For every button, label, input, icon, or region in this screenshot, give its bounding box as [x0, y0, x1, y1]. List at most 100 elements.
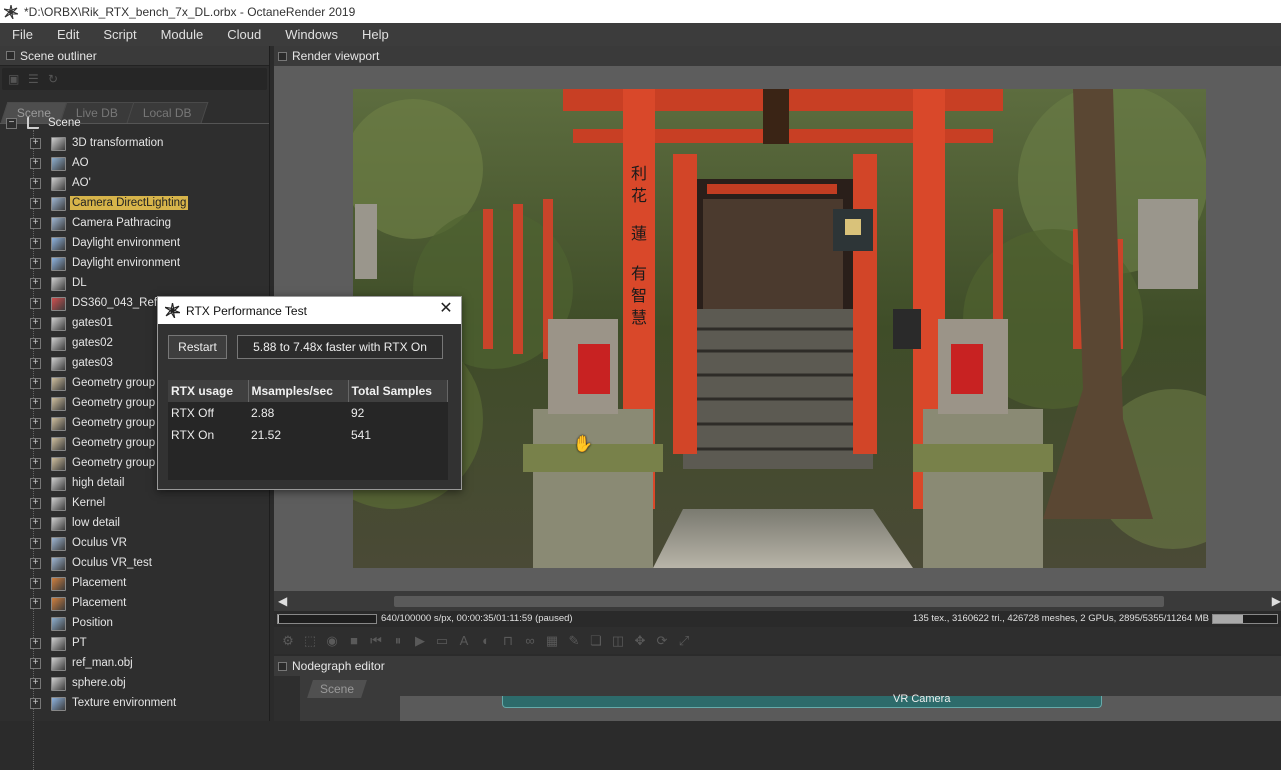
tree-root-scene[interactable]: − Scene [0, 114, 270, 134]
pause-icon[interactable]: ⏸ [390, 633, 406, 649]
panel-pin-checkbox[interactable] [278, 51, 287, 61]
camera-node-icon [51, 197, 66, 211]
expand-icon[interactable]: + [30, 218, 41, 229]
expand-icon[interactable]: + [30, 378, 41, 389]
restart-icon[interactable]: ⏮ [368, 633, 384, 649]
expand-icon[interactable]: + [30, 678, 41, 689]
color-icon[interactable]: ◉ [324, 633, 340, 649]
menu-help[interactable]: Help [350, 27, 401, 42]
expand-icon[interactable]: + [30, 258, 41, 269]
scroll-left-icon[interactable]: ◀ [278, 594, 287, 608]
expand-icon[interactable]: + [30, 318, 41, 329]
tree-item[interactable]: + Kernel [0, 494, 270, 514]
expand-icon[interactable]: + [30, 238, 41, 249]
gear-icon[interactable]: ⚙ [280, 633, 296, 649]
tree-item[interactable]: + PT [0, 634, 270, 654]
tree-item[interactable]: + DL [0, 274, 270, 294]
kernel-grid-icon [51, 497, 66, 511]
expand-icon[interactable]: + [30, 398, 41, 409]
expand-icon[interactable]: + [30, 478, 41, 489]
tree-item-label: Kernel [72, 497, 106, 509]
expand-icon[interactable]: + [30, 698, 41, 709]
expand-icon[interactable]: + [30, 278, 41, 289]
vr-camera-node[interactable]: VR Camera [502, 693, 1102, 708]
tree-item[interactable]: + AO' [0, 174, 270, 194]
render-image[interactable]: 利 花 蓮 有 智 慧 [353, 89, 1206, 568]
tree-item[interactable]: + ref_man.obj [0, 654, 270, 674]
expand-icon[interactable]: + [30, 418, 41, 429]
expand-icon[interactable]: + [30, 438, 41, 449]
camera-node-icon [51, 537, 66, 551]
expand-icon[interactable]: + [30, 518, 41, 529]
geometry-icon [51, 337, 66, 351]
layers-icon[interactable]: ❏ [588, 633, 604, 649]
picker-icon[interactable]: ✎ [566, 633, 582, 649]
move-icon[interactable]: ✥ [632, 633, 648, 649]
tree-item[interactable]: + Oculus VR [0, 534, 270, 554]
expand-icon[interactable]: + [30, 658, 41, 669]
menu-cloud[interactable]: Cloud [215, 27, 273, 42]
expand-icon[interactable]: + [30, 338, 41, 349]
cube-icon[interactable]: ◫ [610, 633, 626, 649]
close-icon[interactable]: ✕ [439, 301, 453, 317]
stop-icon[interactable]: ■ [346, 633, 362, 649]
viewport-scrollbar[interactable]: ◀ ▶ [274, 591, 1281, 611]
expand-icon[interactable]: + [30, 358, 41, 369]
menu-edit[interactable]: Edit [45, 27, 91, 42]
tree-item-label: Camera DirectLighting [70, 196, 189, 210]
expand-icon[interactable]: + [30, 458, 41, 469]
expand-icon[interactable]: + [30, 538, 41, 549]
fullscreen-icon[interactable]: ⤢ [676, 633, 692, 649]
restart-button[interactable]: Restart [168, 335, 227, 359]
tree-item[interactable]: + Camera DirectLighting [0, 194, 270, 214]
expand-icon[interactable]: + [30, 578, 41, 589]
refresh-icon[interactable]: ↻ [48, 73, 60, 85]
region-icon[interactable]: ⬚ [302, 633, 318, 649]
geometry-icon [51, 317, 66, 331]
panel-pin-checkbox[interactable] [278, 661, 287, 671]
save-icon[interactable]: ▣ [8, 73, 20, 85]
scrollbar-thumb[interactable] [394, 596, 1164, 607]
tree-item[interactable]: + Texture environment [0, 694, 270, 714]
tree-item[interactable]: + Camera Pathracing [0, 214, 270, 234]
list-icon[interactable]: ☰ [28, 73, 40, 85]
tree-item[interactable]: + Daylight environment [0, 234, 270, 254]
monitor-icon[interactable]: ▭ [434, 633, 450, 649]
tree-item[interactable]: + low detail [0, 514, 270, 534]
nodegraph-editor[interactable]: Scene VR Camera [274, 676, 1281, 721]
expand-icon[interactable]: + [30, 138, 41, 149]
collapse-icon[interactable]: − [6, 118, 17, 129]
tree-item[interactable]: Position [0, 614, 270, 634]
expand-icon[interactable]: + [30, 558, 41, 569]
link-icon[interactable]: ∞ [522, 633, 538, 649]
tree-item[interactable]: + Placement [0, 574, 270, 594]
ar-icon[interactable]: A [456, 633, 472, 649]
menu-module[interactable]: Module [149, 27, 216, 42]
tree-item[interactable]: + AO [0, 154, 270, 174]
menu-script[interactable]: Script [91, 27, 148, 42]
nodegraph-tab-scene[interactable]: Scene [307, 680, 367, 698]
menu-windows[interactable]: Windows [273, 27, 350, 42]
tree-item[interactable]: +3D transformation [0, 134, 270, 154]
expand-icon[interactable]: + [30, 198, 41, 209]
expand-icon[interactable]: + [30, 598, 41, 609]
tree-item[interactable]: + sphere.obj [0, 674, 270, 694]
palette-icon[interactable]: ◐ [478, 633, 494, 649]
rotate-icon[interactable]: ⟳ [654, 633, 670, 649]
expand-icon[interactable]: + [30, 498, 41, 509]
play-icon[interactable]: ▶ [412, 633, 428, 649]
tree-item[interactable]: + Oculus VR_test [0, 554, 270, 574]
expand-icon[interactable]: + [30, 638, 41, 649]
lock-icon[interactable]: ⊓ [500, 633, 516, 649]
scroll-right-icon[interactable]: ▶ [1272, 594, 1281, 608]
expand-icon[interactable]: + [30, 158, 41, 169]
grid-icon[interactable]: ▦ [544, 633, 560, 649]
tree-item[interactable]: + Placement [0, 594, 270, 614]
expand-icon[interactable]: + [30, 178, 41, 189]
expand-icon[interactable]: + [30, 298, 41, 309]
menu-file[interactable]: File [0, 27, 45, 42]
nodegraph-canvas[interactable]: VR Camera [400, 693, 1281, 721]
svg-text:蓮: 蓮 [631, 224, 647, 243]
panel-pin-checkbox[interactable] [6, 51, 15, 60]
tree-item[interactable]: + Daylight environment [0, 254, 270, 274]
